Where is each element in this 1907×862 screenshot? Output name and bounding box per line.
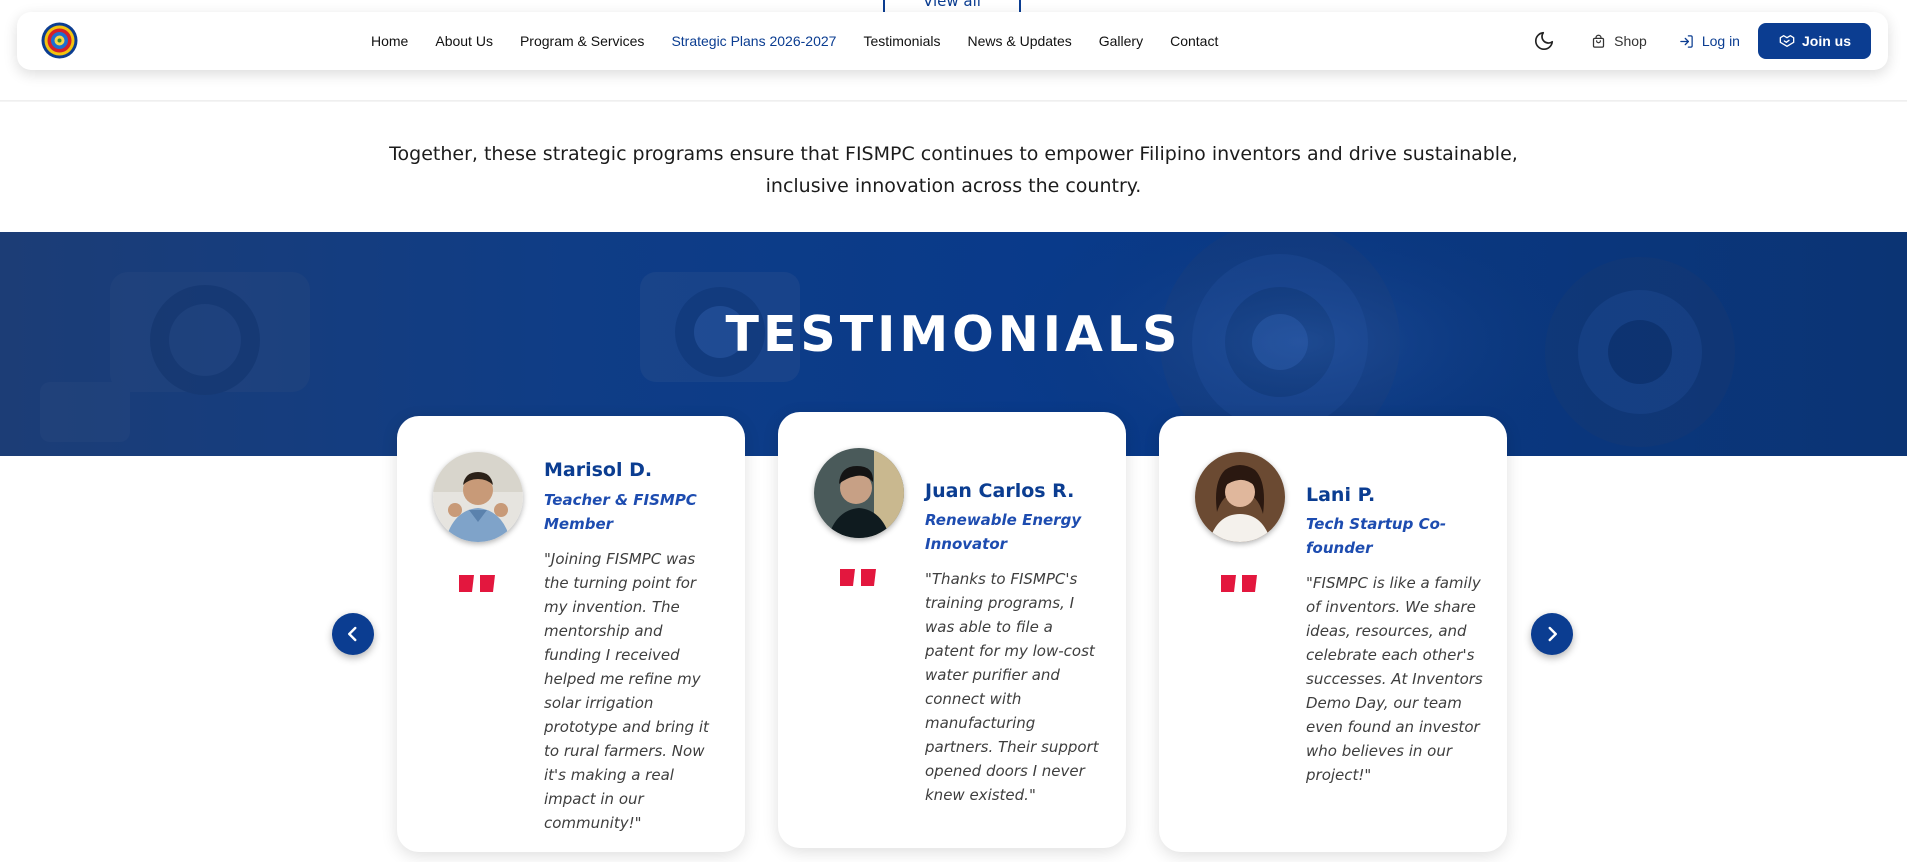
- theme-toggle-button[interactable]: [1531, 28, 1557, 54]
- testimonial-name: Marisol D.: [544, 459, 653, 481]
- view-all-label: View all: [923, 0, 981, 10]
- nav-program-services[interactable]: Program & Services: [520, 33, 644, 49]
- header-divider: [0, 100, 1907, 102]
- quote-icon: [840, 569, 876, 586]
- login-link[interactable]: Log in: [1679, 33, 1740, 49]
- handshake-icon: [1779, 35, 1795, 47]
- testimonial-role: Tech Startup Co-founder: [1306, 515, 1447, 557]
- shop-label: Shop: [1614, 33, 1647, 49]
- carousel-next-button[interactable]: [1531, 613, 1573, 655]
- login-icon: [1680, 34, 1693, 48]
- testimonial-text: "Joining FISMPC was the turning point fo…: [544, 550, 709, 832]
- avatar: [814, 448, 904, 538]
- testimonial-role: Renewable Energy Innovator: [925, 511, 1082, 553]
- testimonial-name: Juan Carlos R.: [925, 480, 1075, 502]
- quote-icon: [1221, 575, 1257, 592]
- testimonial-card: Juan Carlos R. Renewable Energy Innovato…: [778, 412, 1126, 848]
- nav-testimonials[interactable]: Testimonials: [863, 33, 940, 49]
- strategic-programs-summary: Together, these strategic programs ensur…: [0, 138, 1907, 202]
- testimonial-text: "Thanks to FISMPC's training programs, I…: [925, 570, 1099, 804]
- nav-contact[interactable]: Contact: [1170, 33, 1218, 49]
- navbar: Home About Us Program & Services Strateg…: [17, 12, 1888, 70]
- logo[interactable]: [41, 22, 78, 59]
- carousel-prev-button[interactable]: [332, 613, 374, 655]
- nav-actions: Shop Log in Join us: [1531, 12, 1888, 70]
- testimonial-name: Lani P.: [1306, 484, 1376, 506]
- testimonial-text: "FISMPC is like a family of inventors. W…: [1306, 574, 1483, 784]
- moon-icon: [1535, 31, 1554, 51]
- shopping-bag-icon: [1593, 34, 1605, 48]
- testimonial-role: Teacher & FISMPC Member: [544, 491, 697, 533]
- login-label: Log in: [1701, 33, 1740, 49]
- avatar: [433, 452, 523, 542]
- summary-text: Together, these strategic programs ensur…: [389, 143, 1518, 197]
- testimonial-card: Lani P. Tech Startup Co-founder "FISMPC …: [1159, 416, 1507, 852]
- join-us-label: Join us: [1801, 33, 1851, 49]
- avatar: [1195, 452, 1285, 542]
- chevron-right-icon: [1548, 626, 1557, 642]
- nav-news-updates[interactable]: News & Updates: [967, 33, 1071, 49]
- quote-icon: [459, 575, 495, 592]
- main-nav: Home About Us Program & Services Strateg…: [371, 12, 1245, 70]
- testimonial-card: Marisol D. Teacher & FISMPC Member "Join…: [397, 416, 745, 852]
- nav-strategic-plans[interactable]: Strategic Plans 2026-2027: [671, 33, 836, 49]
- nav-home[interactable]: Home: [371, 33, 408, 49]
- testimonials-heading: TESTIMONIALS: [725, 306, 1182, 363]
- chevron-left-icon: [348, 626, 357, 642]
- shop-link[interactable]: Shop: [1591, 33, 1647, 49]
- nav-gallery[interactable]: Gallery: [1099, 33, 1143, 49]
- join-us-button[interactable]: Join us: [1757, 23, 1871, 59]
- nav-about-us[interactable]: About Us: [435, 33, 493, 49]
